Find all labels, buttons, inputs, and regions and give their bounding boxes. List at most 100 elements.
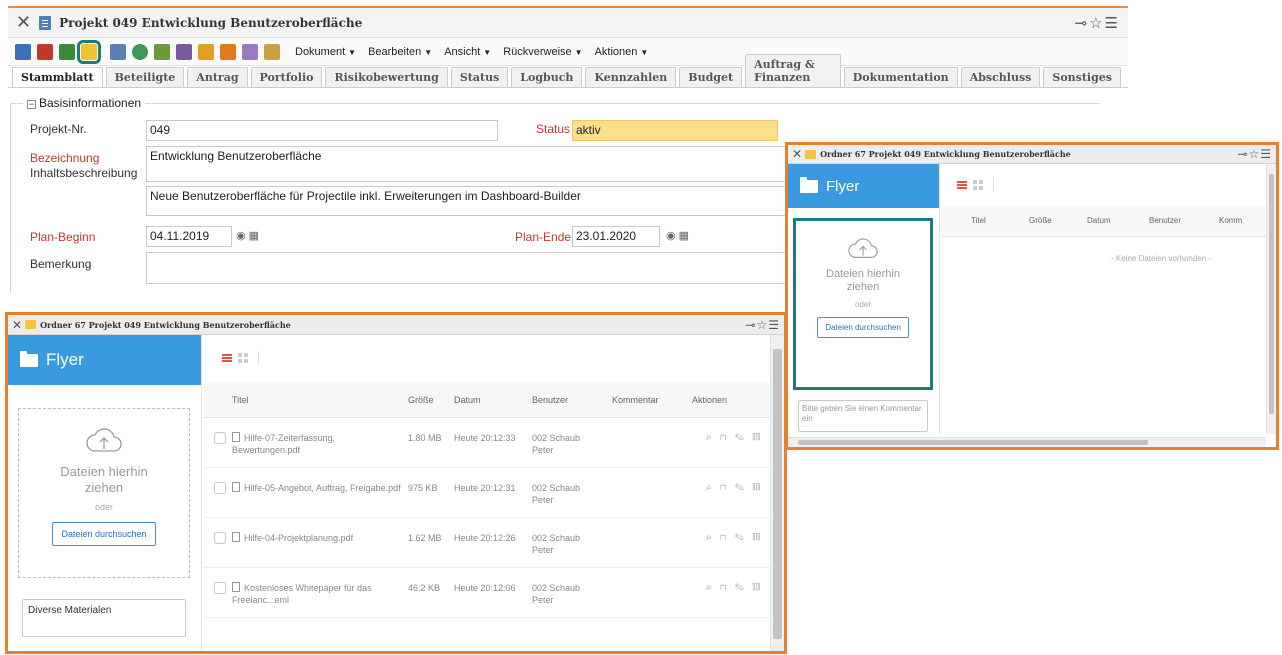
comment-field[interactable]: Bitte geben Sie einen Kommentar ein — [798, 400, 928, 432]
file-title[interactable]: Kostenloses Whitepaper für das Freelanc.… — [232, 583, 372, 605]
column-user[interactable]: Benutzer — [532, 383, 612, 418]
users-icon[interactable] — [198, 43, 214, 60]
mail-icon[interactable] — [264, 43, 280, 60]
bemerkung-field[interactable] — [146, 252, 786, 284]
tab-sonstiges[interactable]: Sonstiges — [1043, 67, 1121, 87]
row-actions[interactable]: ⌕ ⊓ ✎ ▥ — [706, 482, 763, 493]
plan-ende-field[interactable]: 23.01.2020 — [572, 226, 660, 247]
tab-auftrag-finanzen[interactable]: Auftrag & Finanzen — [745, 54, 841, 87]
file-size: 1.80 MB — [408, 417, 454, 468]
grid-view-icon[interactable] — [973, 180, 983, 190]
close-icon[interactable]: ✕ — [792, 147, 802, 161]
scrollbar-thumb[interactable] — [1269, 174, 1274, 414]
download-icon[interactable] — [59, 43, 75, 60]
folder-header: Flyer — [788, 164, 939, 208]
tab-logbuch[interactable]: Logbuch — [511, 67, 583, 87]
close-icon[interactable]: ✕ — [12, 318, 22, 332]
search-icon[interactable] — [132, 43, 148, 60]
tab-antrag[interactable]: Antrag — [187, 67, 248, 87]
folder-icon[interactable] — [77, 39, 101, 64]
select-column — [941, 206, 971, 237]
table-row[interactable]: Kostenloses Whitepaper für das Freelanc.… — [204, 567, 772, 618]
file-drop-zone[interactable]: Dateien hierhin ziehen oder Dateien durc… — [18, 408, 190, 578]
window-controls[interactable]: ⊸☆☰ — [1237, 147, 1272, 161]
menu-rueckverweise[interactable]: Rückverweise ▼ — [503, 46, 582, 58]
menu-bearbeiten[interactable]: Bearbeiten ▼ — [368, 46, 432, 58]
browse-files-button[interactable]: Dateien durchsuchen — [52, 522, 156, 546]
file-drop-zone[interactable]: Dateien hierhin ziehen oder Dateien durc… — [793, 218, 933, 390]
notes-icon[interactable] — [242, 43, 258, 60]
file-title[interactable]: Hilfe-05-Angebot, Auftrag, Freigabe.pdf — [244, 483, 401, 493]
plan-beginn-label: Plan-Beginn — [30, 230, 96, 244]
inhaltsbeschreibung-field[interactable]: Neue Benutzeroberfläche für Projectile i… — [146, 186, 786, 216]
calendar-icon[interactable] — [110, 43, 126, 60]
edit-icon[interactable] — [176, 43, 192, 60]
close-icon[interactable]: ✕ — [16, 12, 31, 33]
column-date[interactable]: Datum — [454, 383, 532, 418]
column-size[interactable]: Größe — [408, 383, 454, 418]
column-title[interactable]: Titel — [232, 383, 408, 418]
status-label: Status — [536, 122, 571, 136]
tab-budget[interactable]: Budget — [679, 67, 743, 87]
column-size[interactable]: Größe — [1029, 206, 1087, 237]
bezeichnung-field[interactable]: Entwicklung Benutzeroberfläche — [146, 146, 786, 182]
row-checkbox[interactable] — [214, 481, 226, 494]
save-close-icon[interactable] — [37, 43, 53, 60]
tab-abschluss[interactable]: Abschluss — [960, 67, 1041, 87]
document-icon — [39, 15, 52, 30]
folder-window-large: ✕ Ordner 67 Projekt 049 Entwicklung Benu… — [5, 312, 787, 654]
file-title[interactable]: Hilfe-07-Zeiterfassung, Bewertungen.pdf — [232, 433, 335, 455]
menu-aktionen[interactable]: Aktionen ▼ — [595, 46, 649, 58]
row-checkbox[interactable] — [214, 581, 226, 594]
projekt-nr-field[interactable]: 049 — [146, 120, 498, 141]
tab-portfolio[interactable]: Portfolio — [250, 67, 323, 87]
window-controls[interactable]: ⊸☆☰ — [1075, 14, 1120, 32]
row-actions[interactable]: ⌕ ⊓ ✎ ▥ — [706, 532, 763, 543]
column-date[interactable]: Datum — [1087, 206, 1149, 237]
tab-dokumentation[interactable]: Dokumentation — [843, 67, 958, 87]
scrollbar-thumb[interactable] — [773, 349, 782, 639]
row-actions[interactable]: ⌕ ⊓ ✎ ▥ — [706, 582, 763, 593]
tab-status[interactable]: Status — [450, 67, 509, 87]
browse-files-button[interactable]: Dateien durchsuchen — [817, 317, 909, 338]
column-title[interactable]: Titel — [971, 206, 1029, 237]
grid-view-icon[interactable] — [238, 353, 248, 363]
list-view-icon[interactable] — [222, 354, 232, 362]
file-title[interactable]: Hilfe-04-Projektplanung.pdf — [244, 533, 353, 543]
tab-kennzahlen[interactable]: Kennzahlen — [585, 67, 677, 87]
tab-stammblatt[interactable]: Stammblatt — [12, 67, 103, 87]
plan-beginn-field[interactable]: 04.11.2019 — [146, 226, 232, 247]
row-checkbox[interactable] — [214, 431, 226, 444]
user-remove-icon[interactable] — [220, 43, 236, 60]
select-column — [204, 383, 232, 418]
vertical-scrollbar[interactable] — [1266, 164, 1276, 434]
status-field[interactable]: aktiv — [572, 120, 778, 141]
row-checkbox[interactable] — [214, 531, 226, 544]
save-icon[interactable] — [15, 43, 31, 60]
file-comment — [612, 417, 692, 468]
table-row[interactable]: Hilfe-07-Zeiterfassung, Bewertungen.pdf … — [204, 417, 772, 468]
scrollbar-thumb[interactable] — [798, 440, 1148, 445]
horizontal-scrollbar[interactable] — [788, 437, 1266, 447]
section-legend[interactable]: − Basisinformationen — [23, 96, 146, 110]
row-actions[interactable]: ⌕ ⊓ ✎ ▥ — [706, 432, 763, 443]
comment-field[interactable]: Diverse Materialen — [22, 599, 186, 637]
vertical-scrollbar[interactable] — [770, 335, 784, 651]
report-icon[interactable] — [154, 43, 170, 60]
menu-dokument[interactable]: Dokument ▼ — [295, 46, 356, 58]
plan-beginn-calendar-icon[interactable]: ◉ ▦ — [236, 229, 259, 242]
window-controls[interactable]: ⊸☆☰ — [745, 318, 780, 332]
divider — [993, 178, 994, 192]
list-view-icon[interactable] — [957, 181, 967, 189]
column-user[interactable]: Benutzer — [1149, 206, 1219, 237]
menu-ansicht[interactable]: Ansicht ▼ — [444, 46, 491, 58]
tab-risikobewertung[interactable]: Risikobewertung — [325, 67, 448, 87]
collapse-icon[interactable]: − — [27, 100, 36, 109]
tab-beteiligte[interactable]: Beteiligte — [105, 67, 185, 87]
column-comment[interactable]: Komm — [1219, 206, 1267, 237]
table-row[interactable]: Hilfe-04-Projektplanung.pdf 1.62 MB Heut… — [204, 517, 772, 568]
table-row[interactable]: Hilfe-05-Angebot, Auftrag, Freigabe.pdf … — [204, 467, 772, 518]
column-comment[interactable]: Kommentar — [612, 383, 692, 418]
cloud-upload-icon — [86, 428, 122, 452]
plan-ende-calendar-icon[interactable]: ◉ ▦ — [666, 229, 689, 242]
